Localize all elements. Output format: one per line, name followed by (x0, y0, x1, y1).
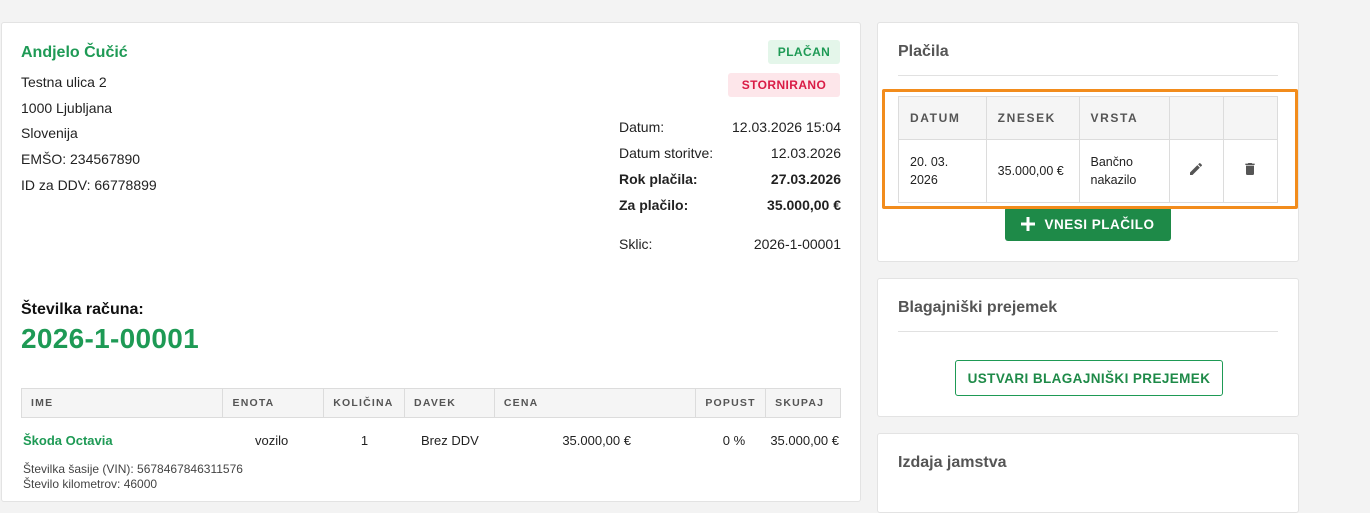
meta-to-pay: Za plačilo: 35.000,00 € (619, 195, 841, 221)
col-total: SKUPAJ (775, 397, 825, 409)
client-name[interactable]: Andjelo Čučić (21, 44, 128, 62)
client-address: Testna ulica 2 1000 Ljubljana Slovenija … (21, 70, 157, 199)
items-table: IME ENOTA KOLIČINA DAVEK CENA POPUST SKU… (21, 388, 841, 492)
payments-title: Plačila (898, 43, 949, 60)
table-row: Škoda Octavia vozilo 1 Brez DDV 35.000,0… (21, 418, 841, 462)
item-total: 35.000,00 € (770, 432, 839, 448)
col-price: CENA (495, 389, 697, 417)
invoice-meta: Datum: 12.03.2026 15:04 Datum storitve: … (619, 117, 841, 260)
highlight-frame (882, 89, 1298, 209)
create-cash-receipt-button[interactable]: USTVARI BLAGAJNIŠKI PREJEMEK (955, 360, 1223, 396)
col-unit: ENOTA (223, 389, 325, 417)
plus-icon (1021, 217, 1036, 231)
items-table-header: IME ENOTA KOLIČINA DAVEK CENA POPUST SKU… (21, 388, 841, 418)
meta-ref-value: 2026-1-00001 (753, 236, 841, 252)
client-country: Slovenija (21, 125, 78, 142)
client-emso: EMŠO: 234567890 (21, 151, 141, 168)
meta-due-date: Rok plačila: 27.03.2026 (619, 169, 841, 195)
divider (898, 331, 1278, 332)
meta-due-label: Rok plačila: (619, 171, 698, 187)
status-badge-paid: PLAČAN (768, 40, 840, 64)
item-vin: Številka šasije (VIN): 5678467846311576 (23, 462, 243, 476)
add-payment-label: VNESI PLAČILO (1044, 216, 1155, 232)
invoice-number: 2026-1-00001 (21, 323, 199, 354)
invoice-number-label: Številka računa: (21, 301, 144, 318)
meta-service-label: Datum storitve: (619, 145, 714, 161)
item-km: Število kilometrov: 46000 (23, 477, 158, 491)
item-name[interactable]: Škoda Octavia (21, 433, 223, 448)
meta-service-value: 12.03.2026 (770, 145, 841, 161)
divider (898, 75, 1278, 76)
item-unit: vozilo (255, 432, 289, 448)
client-street: Testna ulica 2 (21, 74, 107, 90)
item-tax: Brez DDV (421, 432, 479, 448)
meta-date-label: Datum: (619, 119, 665, 135)
col-qty: KOLIČINA (324, 389, 406, 417)
col-name: IME (22, 389, 224, 417)
meta-reference: Sklic: 2026-1-00001 (619, 234, 841, 260)
item-discount: 0 % (722, 432, 746, 448)
client-city: 1000 Ljubljana (21, 99, 113, 116)
meta-topay-value: 35.000,00 € (767, 197, 841, 213)
meta-date: Datum: 12.03.2026 15:04 (619, 117, 841, 143)
meta-date-value: 12.03.2026 15:04 (732, 119, 841, 135)
cash-receipt-card: Blagajniški prejemek USTVARI BLAGAJNIŠKI… (877, 278, 1299, 417)
client-vat-id: ID za DDV: 66778899 (21, 176, 157, 193)
invoice-card: Andjelo Čučić Testna ulica 2 1000 Ljublj… (1, 22, 861, 502)
meta-service-date: Datum storitve: 12.03.2026 (619, 143, 841, 169)
meta-due-value: 27.03.2026 (770, 171, 841, 187)
meta-topay-label: Za plačilo: (619, 197, 689, 213)
add-payment-button[interactable]: VNESI PLAČILO (1005, 207, 1171, 241)
col-tax: DAVEK (405, 389, 495, 417)
warranty-card: Izdaja jamstva (877, 433, 1299, 513)
col-discount: POPUST (696, 389, 767, 417)
status-badge-cancelled: STORNIRANO (728, 73, 840, 97)
meta-ref-label: Sklic: (619, 236, 653, 252)
item-qty: 1 (360, 432, 369, 448)
warranty-title: Izdaja jamstva (898, 454, 1007, 471)
item-price: 35.000,00 € (562, 432, 631, 448)
cash-receipt-title: Blagajniški prejemek (898, 299, 1058, 316)
